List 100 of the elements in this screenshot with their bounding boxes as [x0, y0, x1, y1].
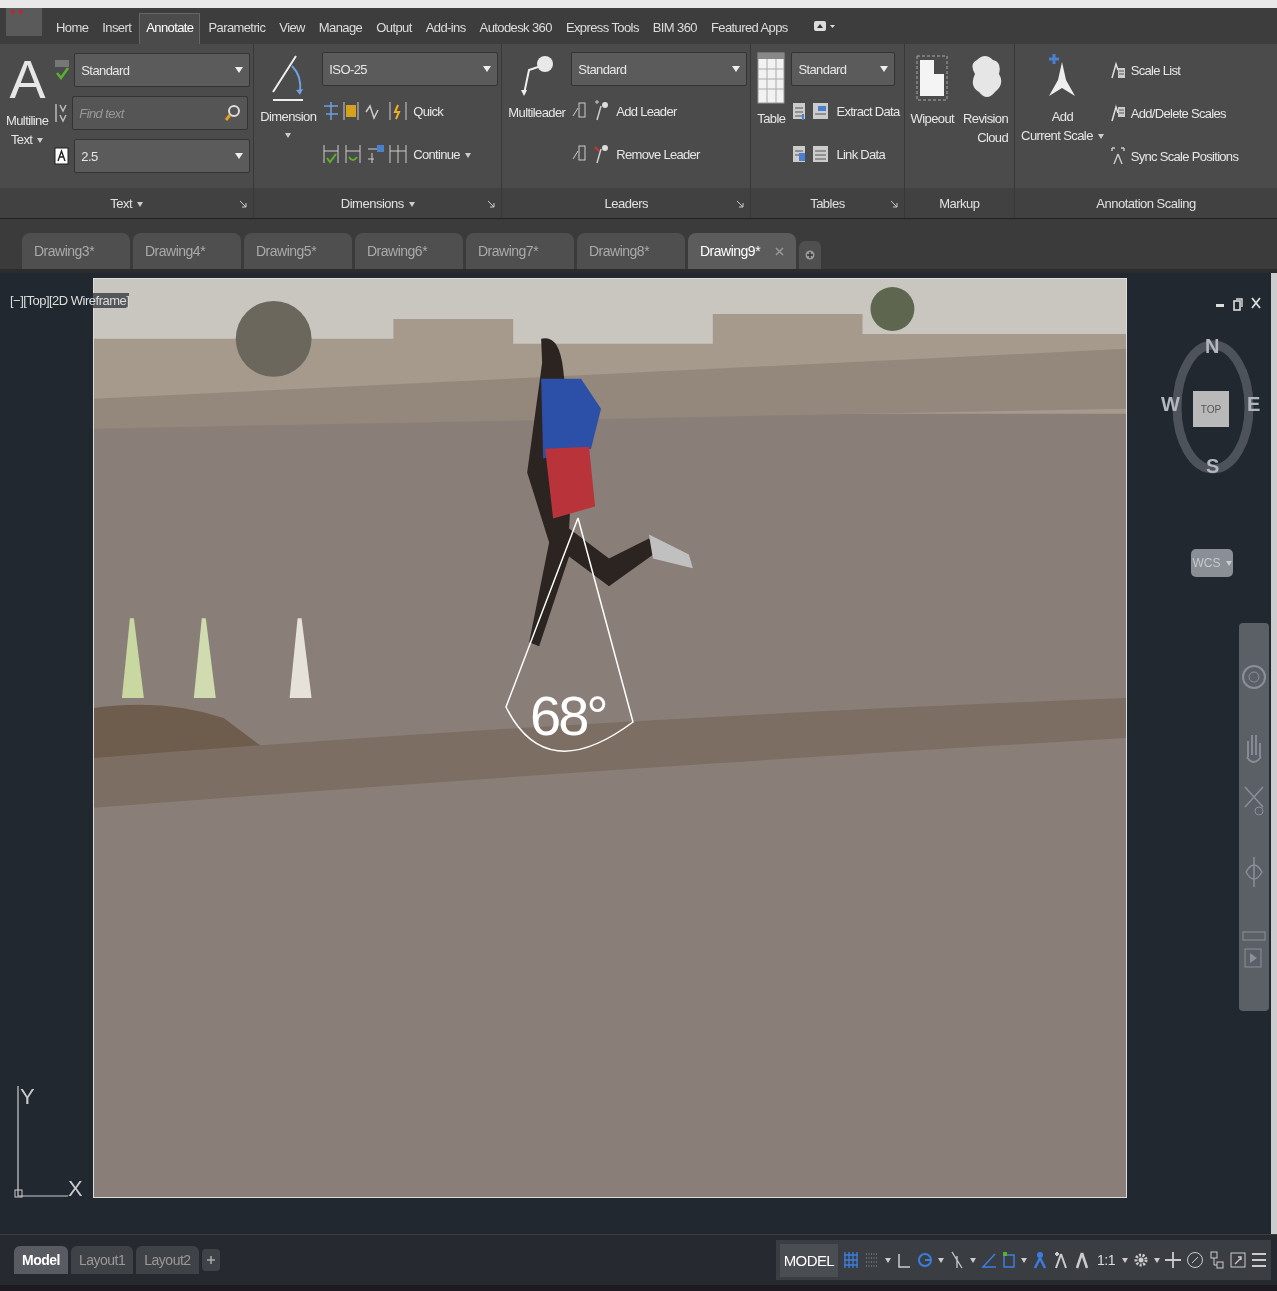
annotation-scale-icon[interactable]	[1074, 1250, 1091, 1270]
ribbon-tab[interactable]: Parametric	[202, 14, 272, 44]
object-snap-icon[interactable]	[1002, 1250, 1017, 1270]
dimension-tools-icon[interactable]	[322, 100, 409, 122]
plus-icon[interactable]	[206, 1256, 215, 1264]
caret-icon[interactable]	[37, 137, 44, 143]
scale-edit-icon[interactable]	[1109, 103, 1126, 123]
ribbon-tab[interactable]: Output	[370, 14, 418, 44]
dropdown-arrow-icon[interactable]	[1122, 1257, 1128, 1263]
caret-icon[interactable]	[464, 152, 471, 158]
spell-check-icon[interactable]	[54, 59, 71, 81]
multileader-style-dropdown[interactable]: Standard	[571, 52, 748, 86]
viewport-label[interactable]: [−][Top][2D Wireframe]	[10, 293, 130, 308]
polar-tracking-icon[interactable]	[917, 1250, 934, 1270]
remove-leader-button[interactable]: Remove Leader	[615, 144, 701, 164]
extract-data-button[interactable]: Extract Data	[835, 101, 901, 121]
menu-icon[interactable]	[1251, 1250, 1267, 1270]
text-height-icon[interactable]	[54, 147, 71, 165]
hardware-acceleration-icon[interactable]	[1209, 1250, 1225, 1270]
compass-west-label[interactable]: W	[1161, 393, 1180, 416]
revision-cloud-button[interactable]: Revision Cloud	[960, 48, 1012, 184]
dropdown-arrow-icon[interactable]	[885, 1257, 892, 1263]
compass-south-label[interactable]: S	[1206, 455, 1220, 478]
panel-title[interactable]: Text	[108, 193, 146, 213]
dialog-launcher-icon[interactable]	[736, 200, 745, 208]
fullscreen-icon[interactable]	[1230, 1250, 1246, 1270]
isolate-objects-icon[interactable]	[1186, 1250, 1204, 1270]
wipeout-icon[interactable]	[915, 52, 950, 104]
ribbon-tab[interactable]: Insert	[96, 14, 138, 44]
document-tab[interactable]: Drawing8*	[577, 233, 685, 269]
dropdown-arrow-icon[interactable]	[1154, 1257, 1160, 1263]
ribbon-tab[interactable]: Manage	[312, 14, 369, 44]
caret-icon[interactable]	[137, 201, 144, 207]
scale-list-icon[interactable]	[1109, 60, 1126, 80]
sync-icon[interactable]	[1109, 146, 1126, 166]
dialog-launcher-icon[interactable]	[239, 200, 248, 208]
auto-scale-icon[interactable]	[1053, 1250, 1070, 1270]
document-tab[interactable]: Drawing9*	[688, 233, 796, 269]
ribbon-tab[interactable]: Annotate	[139, 13, 201, 44]
text-align-icon[interactable]	[54, 102, 69, 124]
layout-tab[interactable]: Model	[14, 1246, 68, 1274]
y-axis-label: Y	[20, 1084, 35, 1110]
angle-label: 68°	[530, 684, 606, 748]
dropdown-arrow-icon[interactable]	[938, 1257, 945, 1263]
quick-dimension-button[interactable]: Quick	[412, 101, 445, 121]
dimension-style-dropdown[interactable]: ISO-25	[322, 52, 499, 86]
continue-dimension-button[interactable]: Continue	[412, 144, 472, 164]
link-data-button[interactable]: Link Data	[835, 144, 887, 164]
layout-tab[interactable]: Layout2	[136, 1246, 199, 1274]
panel-title[interactable]: Leaders	[602, 193, 651, 213]
text-style-dropdown[interactable]: Standard	[74, 53, 251, 87]
document-tab[interactable]: Drawing7*	[466, 233, 574, 269]
multiline-text-button[interactable]: A Multiline Text	[3, 48, 52, 184]
new-tab-button[interactable]	[799, 241, 821, 269]
ribbon-tab[interactable]: BIM 360	[646, 14, 703, 44]
find-text-field[interactable]: Find text	[72, 96, 249, 130]
add-leader-button[interactable]: Add Leader	[615, 101, 678, 121]
ribbon-tab[interactable]: Express Tools	[559, 14, 645, 44]
compass-east-label[interactable]: E	[1247, 393, 1261, 416]
search-icon[interactable]	[224, 104, 243, 122]
add-delete-scales-button[interactable]: Add/Delete Scales	[1129, 103, 1227, 123]
dialog-launcher-icon[interactable]	[487, 200, 496, 208]
document-tab[interactable]: Drawing5*	[244, 233, 352, 269]
ribbon-tab[interactable]: Autodesk 360	[473, 14, 558, 44]
grid-icon[interactable]	[843, 1250, 860, 1270]
table-button[interactable]: Table	[754, 48, 789, 184]
panel-title[interactable]: Tables	[808, 193, 847, 213]
model-space-button[interactable]: MODEL	[779, 1243, 839, 1277]
document-tab[interactable]: Drawing3*	[22, 233, 130, 269]
dimension-button[interactable]: Dimension	[257, 48, 320, 184]
plus-icon[interactable]	[805, 250, 815, 260]
document-tab[interactable]: Drawing6*	[355, 233, 463, 269]
table-style-dropdown[interactable]: Standard	[791, 52, 896, 86]
wipeout-button[interactable]: Wipeout	[907, 48, 958, 184]
dropdown-arrow-icon[interactable]	[970, 1257, 977, 1263]
sync-scale-positions-button[interactable]: Sync Scale Positions	[1129, 146, 1240, 166]
panel-toggle-icon[interactable]	[813, 20, 836, 32]
restore-icon[interactable]	[1233, 297, 1243, 311]
ribbon-tab[interactable]: Add-ins	[419, 14, 472, 44]
scale-list-button[interactable]: Scale List	[1129, 60, 1182, 80]
caret-icon[interactable]	[1097, 133, 1104, 139]
ribbon-tab[interactable]: Featured Apps	[705, 14, 794, 44]
dialog-launcher-icon[interactable]	[889, 200, 898, 208]
x-axis-label: X	[68, 1176, 83, 1202]
add-layout-button[interactable]	[201, 1249, 220, 1271]
ribbon-tab[interactable]: Home	[50, 14, 95, 44]
text-height-dropdown[interactable]: 2.5	[74, 139, 251, 173]
caret-icon[interactable]	[285, 132, 292, 138]
table-icon[interactable]	[757, 52, 786, 104]
caret-icon[interactable]	[408, 201, 415, 207]
compass-north-label[interactable]: N	[1205, 335, 1220, 358]
add-current-scale-button[interactable]: Add Current Scale	[1018, 48, 1107, 184]
layout-tab[interactable]: Layout1	[70, 1246, 134, 1274]
multileader-button[interactable]: Multileader	[505, 48, 569, 184]
document-tab[interactable]: Drawing4*	[133, 233, 241, 269]
ribbon-tab[interactable]: View	[273, 14, 311, 44]
dropdown-arrow-icon[interactable]	[1021, 1257, 1028, 1263]
dimension-tools-icon[interactable]	[322, 143, 409, 165]
viewcube-face[interactable]: TOP	[1193, 391, 1229, 427]
annotation-scale-button[interactable]: 1:1	[1095, 1250, 1117, 1270]
